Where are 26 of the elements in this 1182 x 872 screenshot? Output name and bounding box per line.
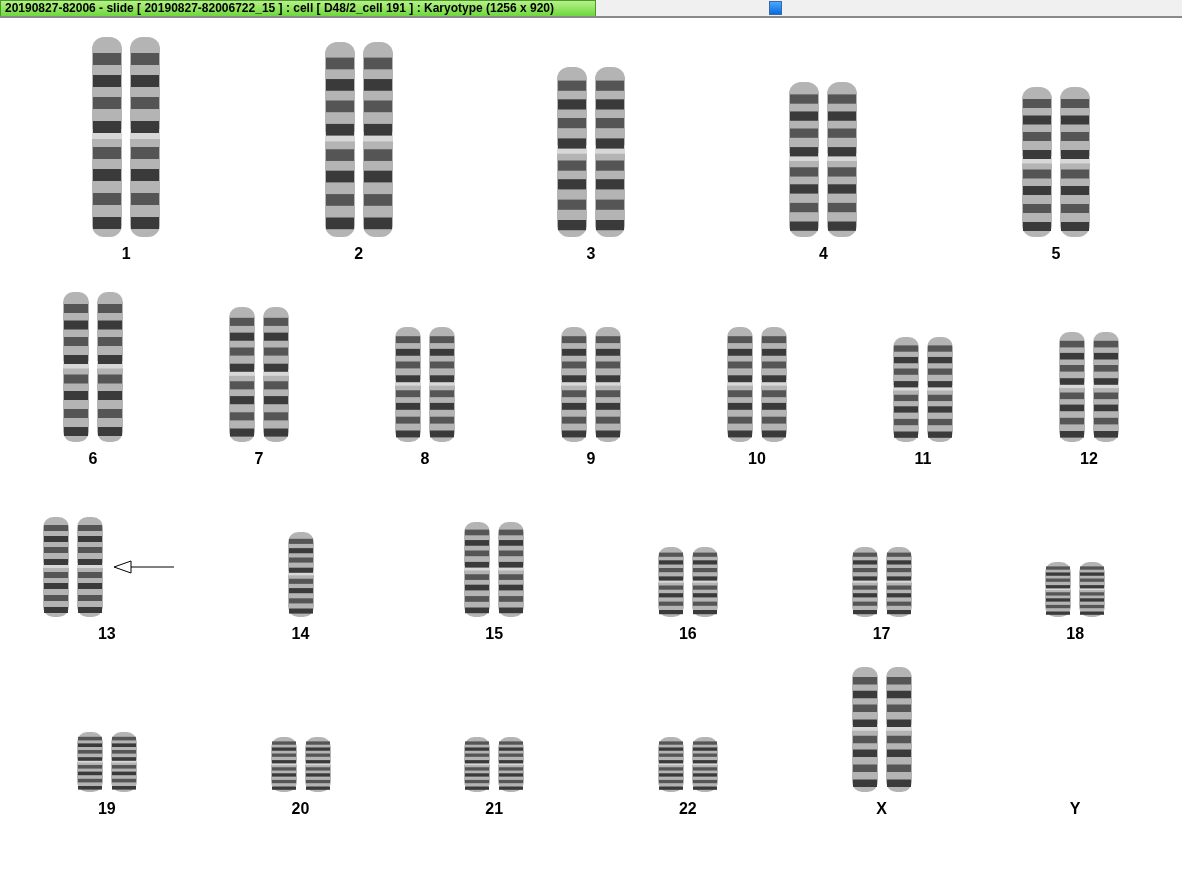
- chromosome-label: X: [876, 800, 887, 818]
- chromosome-label: 18: [1066, 625, 1085, 643]
- chromosome-label: 19: [97, 800, 116, 818]
- chromosome-label: 22: [678, 800, 697, 818]
- chromosome-label: 6: [88, 450, 98, 468]
- chromosome-label: 15: [485, 625, 504, 643]
- chromosome-label: 12: [1080, 450, 1098, 468]
- chromosome-label: 7: [254, 450, 264, 468]
- scroll-marker-icon[interactable]: [769, 1, 782, 15]
- chromosome-label: 20: [291, 800, 310, 818]
- chromosome-label: 17: [872, 625, 891, 643]
- chromosome-label: 2: [354, 245, 364, 263]
- window-title: 20190827-82006 - slide [ 20190827-82006722_15 ] : cell [ D48/2_cell 191 ] : Karyotype (1256 x 920): [0, 0, 596, 16]
- chromosome-label: 13: [97, 625, 116, 643]
- chromosome-label: 14: [291, 625, 310, 643]
- chromosome-label: 5: [1051, 245, 1061, 263]
- chromosome-label: 10: [748, 450, 766, 468]
- chromosome-label: 9: [586, 450, 596, 468]
- chromosome-label: 21: [485, 800, 504, 818]
- chromosome-label: 4: [818, 245, 828, 263]
- chromosome-label: 1: [121, 245, 131, 263]
- chromosome-label: 16: [678, 625, 697, 643]
- chromosome-label: 11: [914, 450, 932, 468]
- chromosome-label: Y: [1069, 800, 1081, 818]
- chromosome-label: 8: [420, 450, 430, 468]
- chromosome-label: 3: [586, 245, 596, 263]
